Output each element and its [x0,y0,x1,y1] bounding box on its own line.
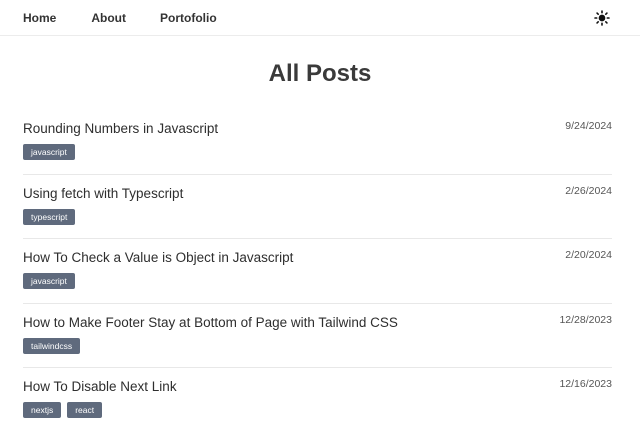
post-item: How To Check a Value is Object in Javasc… [23,239,612,304]
post-date: 12/16/2023 [559,378,612,390]
post-list: Rounding Numbers in Javascript 9/24/2024… [23,110,612,433]
nav-link-portofolio[interactable]: Portofolio [160,11,217,25]
post-date: 2/26/2024 [565,184,612,197]
post-tags: tailwindcss [23,337,86,354]
post-tags: javascript [23,144,81,160]
tag-badge[interactable]: nextjs [23,402,62,418]
post-title-link[interactable]: How to Make Footer Stay at Bottom of Pag… [23,315,398,330]
post-title-link[interactable]: How To Disable Next Link [23,379,177,394]
post-item: Using fetch with Typescript 2/26/2024 ty… [23,175,612,239]
post-tags: javascript [23,273,81,289]
tag-badge[interactable]: tailwindcss [23,337,81,354]
nav-link-about[interactable]: About [91,11,126,25]
theme-toggle-button[interactable] [592,8,612,28]
page-title: All Posts [268,60,372,87]
post-date: 2/20/2024 [565,249,612,261]
nav-link-home[interactable]: Home [23,11,56,25]
nav-links: Home About Portofolio [23,0,217,35]
post-title-link[interactable]: Rounding Numbers in Javascript [23,121,218,136]
post-title-link[interactable]: How To Check a Value is Object in Javasc… [23,250,293,265]
post-date: 9/24/2024 [565,120,612,132]
tag-badge[interactable]: typescript [23,208,76,225]
navbar: Home About Portofolio [0,0,640,36]
post-item: How To Disable Next Link 12/16/2023 next… [23,368,612,433]
post-title-link[interactable]: Using fetch with Typescript [23,186,183,201]
post-tags: nextjs react [23,402,108,418]
post-item: How to Make Footer Stay at Bottom of Pag… [23,304,612,368]
post-item: Rounding Numbers in Javascript 9/24/2024… [23,110,612,175]
post-tags: typescript [23,208,81,225]
post-date: 12/28/2023 [559,313,612,326]
sun-icon [594,10,610,26]
tag-badge[interactable]: react [67,402,103,418]
tag-badge[interactable]: javascript [23,273,75,289]
tag-badge[interactable]: javascript [23,144,75,160]
